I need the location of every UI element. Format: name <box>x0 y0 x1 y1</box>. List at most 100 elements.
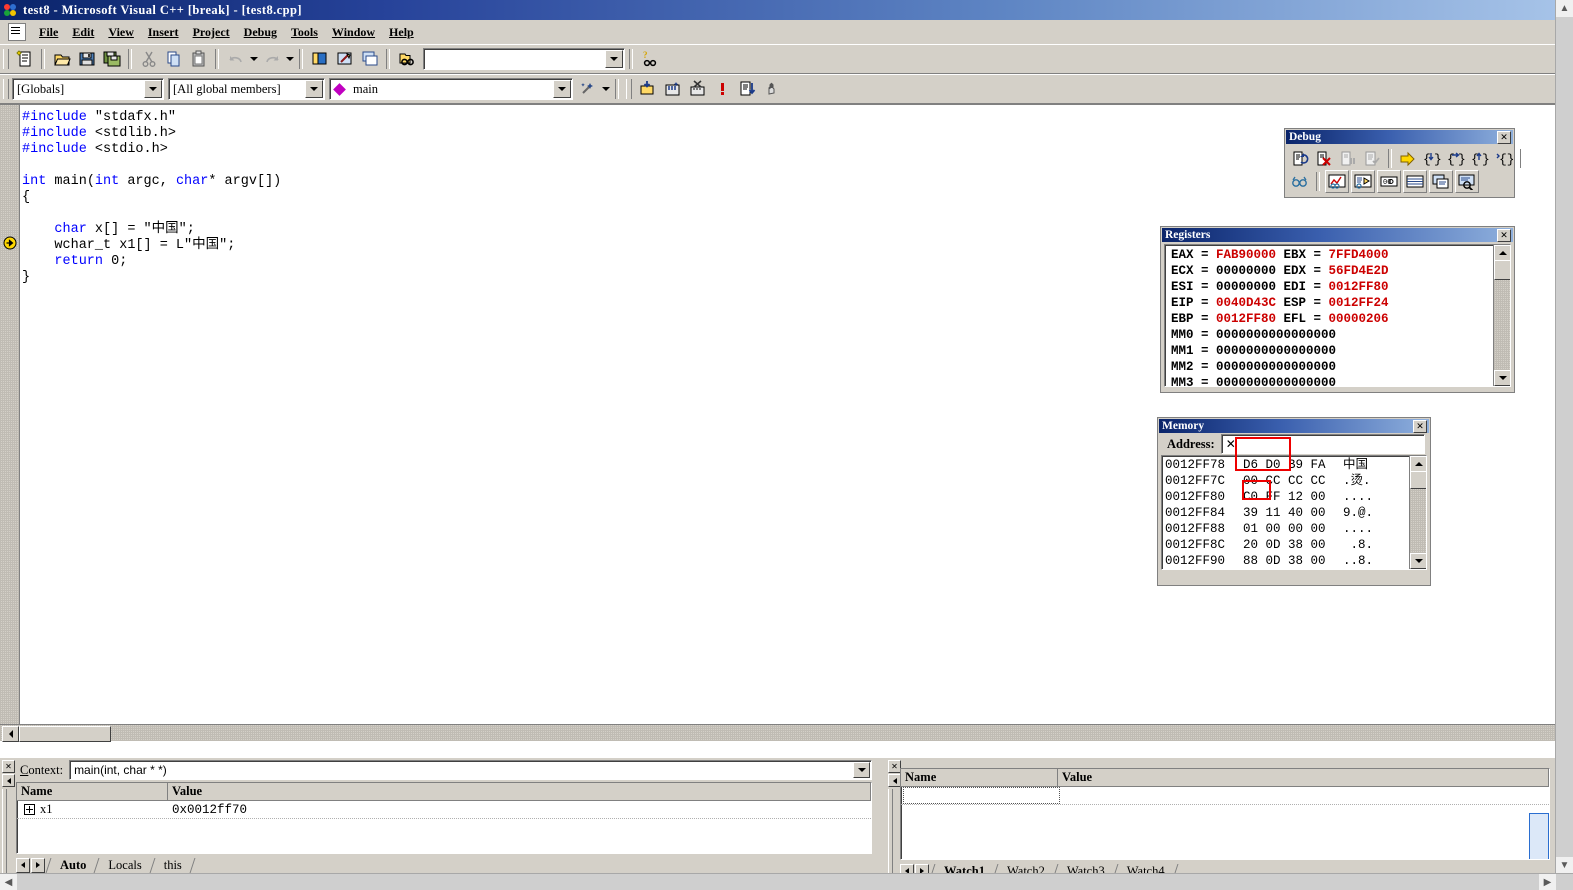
menu-insert[interactable]: Insert <box>141 23 186 42</box>
close-icon[interactable]: ✕ <box>2 760 15 773</box>
debug-toolbar-title-bar[interactable]: Debug ✕ <box>1286 130 1513 144</box>
stop-debugging-icon[interactable] <box>1313 148 1335 169</box>
document-icon[interactable] <box>8 23 26 41</box>
find-help-icon[interactable]: ? <box>638 48 661 70</box>
memory-vertical-scrollbar[interactable] <box>1409 456 1426 569</box>
variables-grid[interactable]: Name Value x1 0x0012ff70 <box>16 782 872 854</box>
variables-tab-next-button[interactable] <box>31 857 45 873</box>
stop-build-icon[interactable] <box>686 78 709 100</box>
disassembly-window-icon[interactable] <box>1455 170 1479 193</box>
editor-scroll-left-button[interactable] <box>2 726 19 742</box>
restart-icon[interactable] <box>1289 148 1311 169</box>
memory-window-icon[interactable] <box>1403 170 1427 193</box>
page-vertical-scrollbar[interactable]: ▲ ▼ <box>1555 0 1573 874</box>
class-combo-dropdown-button[interactable] <box>144 80 162 98</box>
execute-program-icon[interactable] <box>711 78 734 100</box>
window-list-icon[interactable] <box>358 48 381 70</box>
page-scroll-down-button[interactable]: ▼ <box>1556 857 1573 874</box>
menu-tools[interactable]: Tools <box>284 23 325 42</box>
filter-combo-dropdown-button[interactable] <box>305 80 323 98</box>
close-icon[interactable]: ✕ <box>1497 130 1511 144</box>
menu-view[interactable]: View <box>101 23 141 42</box>
wizard-wand-icon[interactable] <box>576 78 599 100</box>
registers-scroll-up-button[interactable] <box>1494 245 1510 261</box>
go-icon[interactable] <box>736 78 759 100</box>
wizard-dropdown-arrow-icon[interactable] <box>600 78 611 100</box>
undo-dropdown-arrow-icon[interactable] <box>248 48 259 70</box>
toolbar-grip[interactable] <box>3 49 9 69</box>
new-text-file-icon[interactable] <box>13 48 36 70</box>
variables-tab-prev-button[interactable] <box>16 857 30 873</box>
menu-file[interactable]: File <box>32 23 65 42</box>
tab-this[interactable]: this <box>158 858 190 873</box>
memory-scroll-down-button[interactable] <box>1410 553 1426 569</box>
variables-cell-value[interactable]: 0x0012ff70 <box>168 801 871 818</box>
registers-vertical-scrollbar[interactable] <box>1493 245 1510 386</box>
variables-dock-grip[interactable] <box>2 789 7 874</box>
close-icon[interactable]: ✕ <box>1497 228 1511 242</box>
watch-column-name[interactable]: Name <box>901 769 1058 786</box>
open-icon[interactable] <box>50 48 73 70</box>
member-combo-dropdown-button[interactable] <box>553 80 571 98</box>
variables-column-value[interactable]: Value <box>168 783 871 800</box>
run-to-cursor-icon[interactable]: {} <box>1493 148 1515 169</box>
redo-dropdown-arrow-icon[interactable] <box>284 48 295 70</box>
step-out-icon[interactable]: {} <box>1469 148 1491 169</box>
context-combo[interactable]: main(int, char * *) <box>69 760 872 780</box>
paste-icon[interactable] <box>187 48 210 70</box>
class-combo[interactable]: [Globals] <box>12 78 164 100</box>
find-dropdown-button[interactable] <box>605 50 623 68</box>
tab-locals[interactable]: Locals <box>102 858 149 873</box>
page-horizontal-scrollbar[interactable]: ◀ ▶ <box>0 873 1573 890</box>
page-scroll-right-button[interactable]: ▶ <box>1539 874 1556 890</box>
editor-horizontal-scrollbar[interactable] <box>0 724 1556 742</box>
menu-help[interactable]: Help <box>382 23 421 42</box>
quickwatch-icon[interactable] <box>1289 171 1311 192</box>
output-window-icon[interactable] <box>333 48 356 70</box>
menu-edit[interactable]: Edit <box>65 23 101 42</box>
save-all-icon[interactable] <box>100 48 123 70</box>
page-scroll-up-button[interactable]: ▲ <box>1556 0 1573 17</box>
show-next-statement-icon[interactable] <box>1397 148 1419 169</box>
context-combo-dropdown-button[interactable] <box>853 762 870 778</box>
close-icon[interactable]: ✕ <box>1413 419 1427 433</box>
editor-hscroll-thumb[interactable] <box>19 726 111 742</box>
copy-icon[interactable] <box>162 48 185 70</box>
watch-window-icon[interactable] <box>1325 170 1349 193</box>
watch-grid[interactable]: Name Value <box>900 768 1550 860</box>
registers-window-icon[interactable]: 00 <box>1377 170 1401 193</box>
workspace-icon[interactable] <box>308 48 331 70</box>
code-text[interactable]: #include "stdafx.h" #include <stdlib.h> #i… <box>22 110 281 286</box>
registers-scroll-down-button[interactable] <box>1494 370 1510 386</box>
watch-cell-value[interactable] <box>1058 787 1549 804</box>
registers-scroll-thumb[interactable] <box>1494 260 1510 280</box>
watch-column-value[interactable]: Value <box>1058 769 1549 786</box>
tab-auto[interactable]: Auto <box>54 858 94 873</box>
filter-combo[interactable]: [All global members] <box>168 78 325 100</box>
expand-plus-icon[interactable] <box>24 804 35 815</box>
step-over-icon[interactable]: {} <box>1445 148 1467 169</box>
editor-gutter[interactable] <box>0 105 20 735</box>
build-icon[interactable] <box>661 78 684 100</box>
find-in-files-icon[interactable] <box>395 48 418 70</box>
step-into-icon[interactable]: {} <box>1421 148 1443 169</box>
insert-remove-breakpoint-icon[interactable] <box>761 78 784 100</box>
build-toolbar-grip[interactable] <box>626 79 632 99</box>
menu-project[interactable]: Project <box>186 23 237 42</box>
address-input[interactable]: ✕ <box>1220 434 1425 454</box>
wizardbar-grip[interactable] <box>3 79 9 99</box>
save-icon[interactable] <box>75 48 98 70</box>
memory-scroll-thumb[interactable] <box>1410 471 1426 489</box>
registers-list[interactable]: EAX = FAB90000 EBX = 7FFD4000 ECX = 00000… <box>1171 247 1492 386</box>
table-row[interactable]: x1 0x0012ff70 <box>17 801 871 819</box>
memory-scroll-up-button[interactable] <box>1410 456 1426 472</box>
compile-icon[interactable] <box>636 78 659 100</box>
menu-debug[interactable]: Debug <box>237 23 284 42</box>
call-stack-window-icon[interactable] <box>1429 170 1453 193</box>
menu-window[interactable]: Window <box>325 23 382 42</box>
page-scroll-left-button[interactable]: ◀ <box>0 874 17 890</box>
variables-cell-name[interactable]: x1 <box>17 801 168 818</box>
memory-dump[interactable]: 0012FF78 D6 D0 B9 FA 中国 0012FF7C 00 CC CC CC… <box>1165 457 1408 569</box>
cut-icon[interactable] <box>137 48 160 70</box>
watch-new-expression-input[interactable] <box>903 787 1060 804</box>
